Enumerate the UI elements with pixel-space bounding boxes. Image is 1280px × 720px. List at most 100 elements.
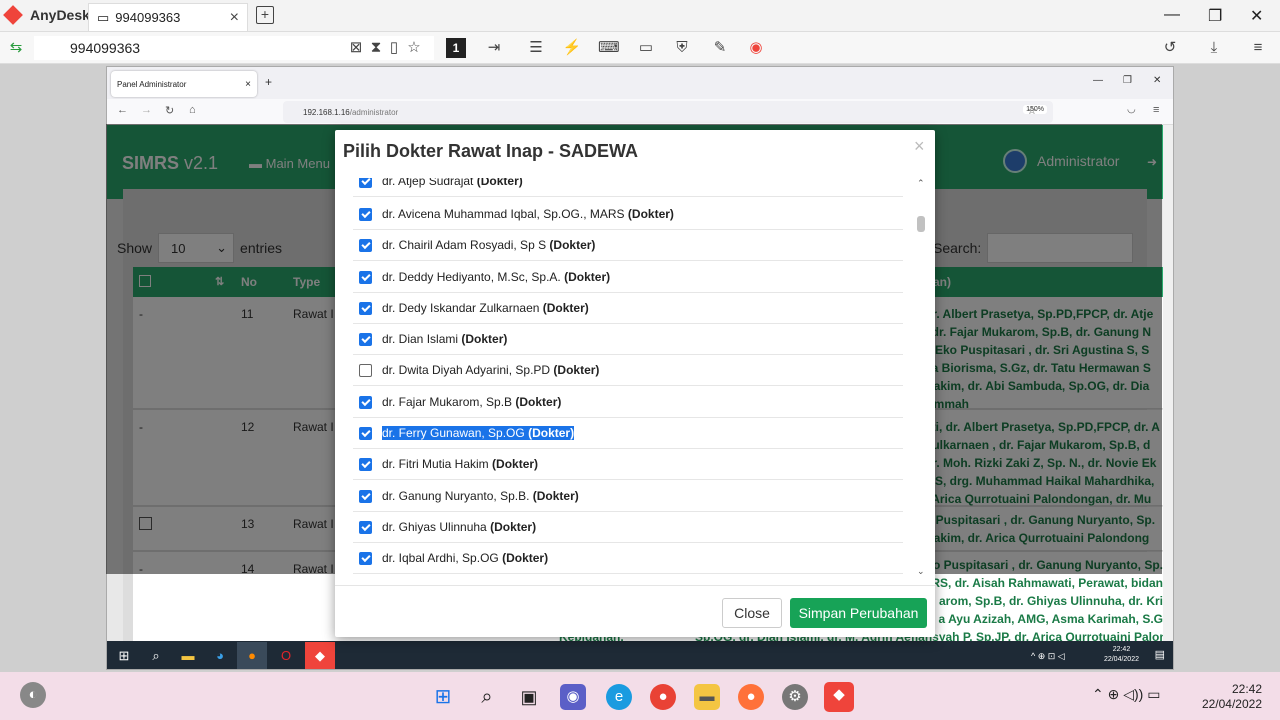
menu-icon[interactable]: ≡ [1248, 38, 1268, 58]
pen-icon[interactable]: ✎ [710, 38, 730, 58]
list-item[interactable]: dr. Chairil Adam Rosyadi, Sp S (Dokter) [353, 230, 903, 261]
teams-chat-icon[interactable]: ◉ [560, 684, 586, 710]
permissions-icon[interactable]: ⊠ [346, 38, 366, 58]
remote-browser-tab[interactable]: Panel Administrator × [111, 71, 257, 97]
list-item[interactable]: dr. Ganung Nuryanto, Sp.B. (Dokter) [353, 481, 903, 512]
weather-icon[interactable]: ◐ [20, 682, 46, 708]
list-item[interactable]: dr. Ferry Gunawan, Sp.OG (Dokter) [353, 418, 903, 449]
save-changes-button[interactable]: Simpan Perubahan [790, 598, 927, 628]
doctor-checkbox[interactable] [359, 395, 372, 409]
close-window-icon[interactable]: ✕ [1153, 75, 1161, 86]
list-item[interactable]: dr. Deddy Hediyanto, M.Sc, Sp.A. (Dokter… [353, 262, 903, 293]
file-explorer-icon[interactable]: ▬ [694, 684, 720, 710]
minimize-icon[interactable]: — [1164, 6, 1180, 24]
doctor-checkbox[interactable] [359, 207, 372, 221]
close-button[interactable]: Close [722, 598, 782, 628]
browser-menu-icon[interactable]: ≡ [1153, 104, 1159, 116]
list-item[interactable]: dr. Iqbal Ardhi, Sp.OG (Dokter) [353, 543, 903, 574]
doctor-checkbox[interactable] [359, 489, 372, 503]
search-icon[interactable]: ⌕ [474, 684, 500, 710]
new-tab-icon[interactable]: + [256, 6, 274, 24]
switch-sides-icon[interactable]: ⇥ [484, 38, 504, 58]
bookmark-star-icon[interactable]: ☆ [1027, 104, 1037, 117]
system-tray-icons[interactable]: ⌃ ⊕ ◁)) ▭ [1092, 686, 1160, 703]
doctor-checkbox[interactable] [359, 301, 372, 315]
windows-start-icon[interactable]: ⊞ [430, 684, 456, 710]
maximize-icon[interactable]: ❐ [1208, 6, 1222, 26]
edge-icon[interactable]: e [606, 684, 632, 710]
doctor-checkbox[interactable] [359, 520, 372, 534]
task-view-icon[interactable]: ▣ [516, 684, 542, 710]
list-item[interactable]: dr. Dian Islami (Dokter) [353, 324, 903, 355]
local-clock: 22:42 22/04/2022 [1201, 682, 1262, 711]
history-icon[interactable]: ↺ [1160, 38, 1180, 58]
firefox-icon[interactable]: ● [738, 684, 764, 710]
close-tab-icon[interactable]: × [245, 79, 251, 90]
anydesk-session-tab[interactable]: ▭ 994099363 × [88, 3, 248, 31]
doctor-picker-modal: Pilih Dokter Rawat Inap - SADEWA × dr. A… [335, 130, 935, 637]
edge-icon[interactable]: ◕ [211, 647, 229, 665]
list-item[interactable]: dr. Dwita Diyah Adyarini, Sp.PD (Dokter) [353, 355, 903, 386]
anydesk-logo: AnyDesk [3, 5, 90, 25]
windows-start-icon[interactable]: ⊞ [115, 647, 133, 665]
list-item[interactable]: dr. Dedy Iskandar Zulkarnaen (Dokter) [353, 293, 903, 324]
download-icon[interactable]: ⤓ [1204, 38, 1224, 58]
minimize-icon[interactable]: — [1093, 75, 1103, 86]
shield-icon[interactable]: ⛨ [672, 38, 692, 58]
list-item[interactable]: dr. Ghiyas Ulinnuha (Dokter) [353, 512, 903, 543]
remote-clock: 22:42 22/04/2022 [1103, 646, 1139, 663]
database-icon[interactable]: ▯ [384, 38, 404, 58]
anydesk-logo-icon [3, 5, 23, 25]
selected-text: dr. Ferry Gunawan, Sp.OG (Dokter) [382, 426, 575, 440]
hourglass-icon[interactable]: ⧗ [366, 38, 386, 58]
scroll-up-icon[interactable]: ⌃ [917, 178, 925, 189]
list-item[interactable]: dr. Atjep Sudrajat (Dokter) [353, 178, 903, 197]
doctor-checkbox[interactable] [359, 238, 372, 252]
chrome-icon[interactable]: ● [650, 684, 676, 710]
anydesk-icon[interactable]: ◆ [824, 682, 854, 712]
actions-lightning-icon[interactable]: ⚡ [562, 38, 582, 58]
doctor-list: dr. Atjep Sudrajat (Dokter) dr. Avicena … [353, 178, 919, 578]
url-bar[interactable]: 192.168.1.16/administrator 150% [283, 101, 1053, 123]
anydesk-icon[interactable]: ◆ [305, 642, 335, 669]
scroll-down-icon[interactable]: ⌄ [917, 566, 925, 577]
home-icon[interactable]: ⌂ [189, 104, 196, 116]
notifications-icon[interactable]: ▤ [1155, 648, 1165, 661]
doctor-checkbox[interactable] [359, 551, 372, 565]
doctor-checkbox[interactable] [359, 332, 372, 346]
keyboard-icon[interactable]: ⌨ [598, 38, 620, 58]
favorite-star-icon[interactable]: ☆ [404, 38, 424, 58]
reload-icon[interactable]: ↻ [165, 104, 174, 117]
search-icon[interactable]: ⌕ [147, 647, 165, 665]
new-tab-icon[interactable]: + [265, 75, 272, 89]
display-1-icon[interactable]: 1 [446, 38, 466, 58]
file-explorer-icon[interactable]: ▬ [179, 647, 197, 665]
modal-scrollbar[interactable]: ⌃ ⌄ [915, 178, 927, 578]
maximize-icon[interactable]: ❐ [1123, 75, 1132, 86]
page-scrollbar[interactable] [1163, 125, 1173, 645]
record-icon[interactable]: ◉ [746, 38, 766, 58]
firefox-icon[interactable]: ● [237, 642, 267, 669]
list-item[interactable]: dr. Avicena Muhammad Iqbal, Sp.OG., MARS… [353, 199, 903, 230]
doctor-checkbox[interactable] [359, 178, 372, 188]
remote-taskbar: ⊞ ⌕ ▬ ◕ ● O ◆ ^ ⊕ ⊡ ◁ 22:42 22/04/2022 ▤ [107, 641, 1173, 669]
list-item[interactable]: dr. Fajar Mukarom, Sp.B (Dokter) [353, 387, 903, 418]
chat-icon[interactable]: ☰ [526, 38, 546, 58]
doctor-checkbox[interactable] [359, 426, 372, 440]
pocket-icon[interactable]: ◡ [1127, 104, 1136, 115]
back-icon[interactable]: ← [117, 104, 128, 116]
system-tray-icons[interactable]: ^ ⊕ ⊡ ◁ [1031, 651, 1065, 662]
scroll-thumb[interactable] [917, 216, 925, 232]
doctor-checkbox[interactable] [359, 457, 372, 471]
display-settings-icon[interactable]: ▭ [636, 38, 656, 58]
connection-status-icon: ⇆ [9, 39, 23, 56]
close-tab-icon[interactable]: × [230, 9, 239, 27]
doctor-checkbox[interactable] [359, 270, 372, 284]
list-item[interactable]: dr. Fitri Mutia Hakim (Dokter) [353, 449, 903, 480]
opera-icon[interactable]: O [277, 647, 295, 665]
close-icon[interactable]: × [914, 136, 925, 157]
settings-gear-icon[interactable]: ⚙ [782, 684, 808, 710]
close-window-icon[interactable]: ✕ [1250, 6, 1263, 26]
forward-icon[interactable]: → [141, 104, 152, 116]
doctor-checkbox[interactable] [359, 363, 372, 377]
